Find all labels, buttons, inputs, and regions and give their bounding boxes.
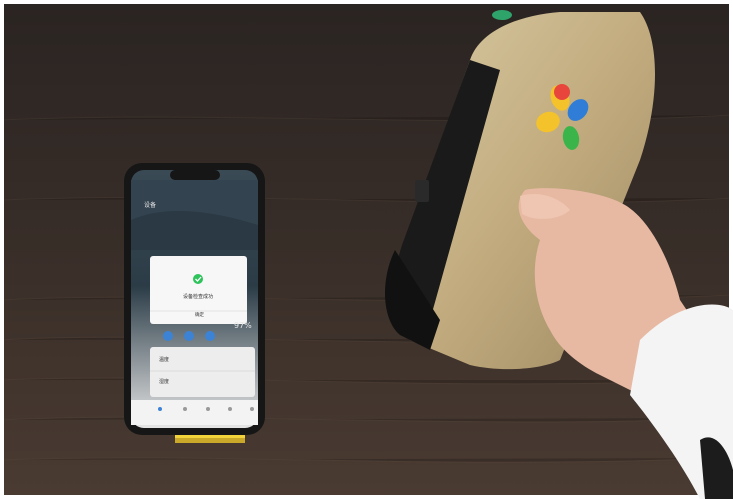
dialog-message: 设备检查成功 [183,294,214,300]
dialog-confirm-button[interactable]: 确定 [195,313,204,319]
photo-scene: 设备 设备检查成功 确定 97% 温度 湿度 [0,0,733,499]
scene-illustration [0,0,733,499]
battery-reading: 97% [234,321,252,330]
tab-bar [131,400,258,425]
phone-header-title: 设备 [144,202,157,209]
list-item-humidity[interactable]: 湿度 [159,380,169,385]
list-card [150,347,255,397]
check-circle-icon [193,274,203,284]
phone-notch [170,170,220,180]
list-item-temperature[interactable]: 温度 [159,358,169,363]
